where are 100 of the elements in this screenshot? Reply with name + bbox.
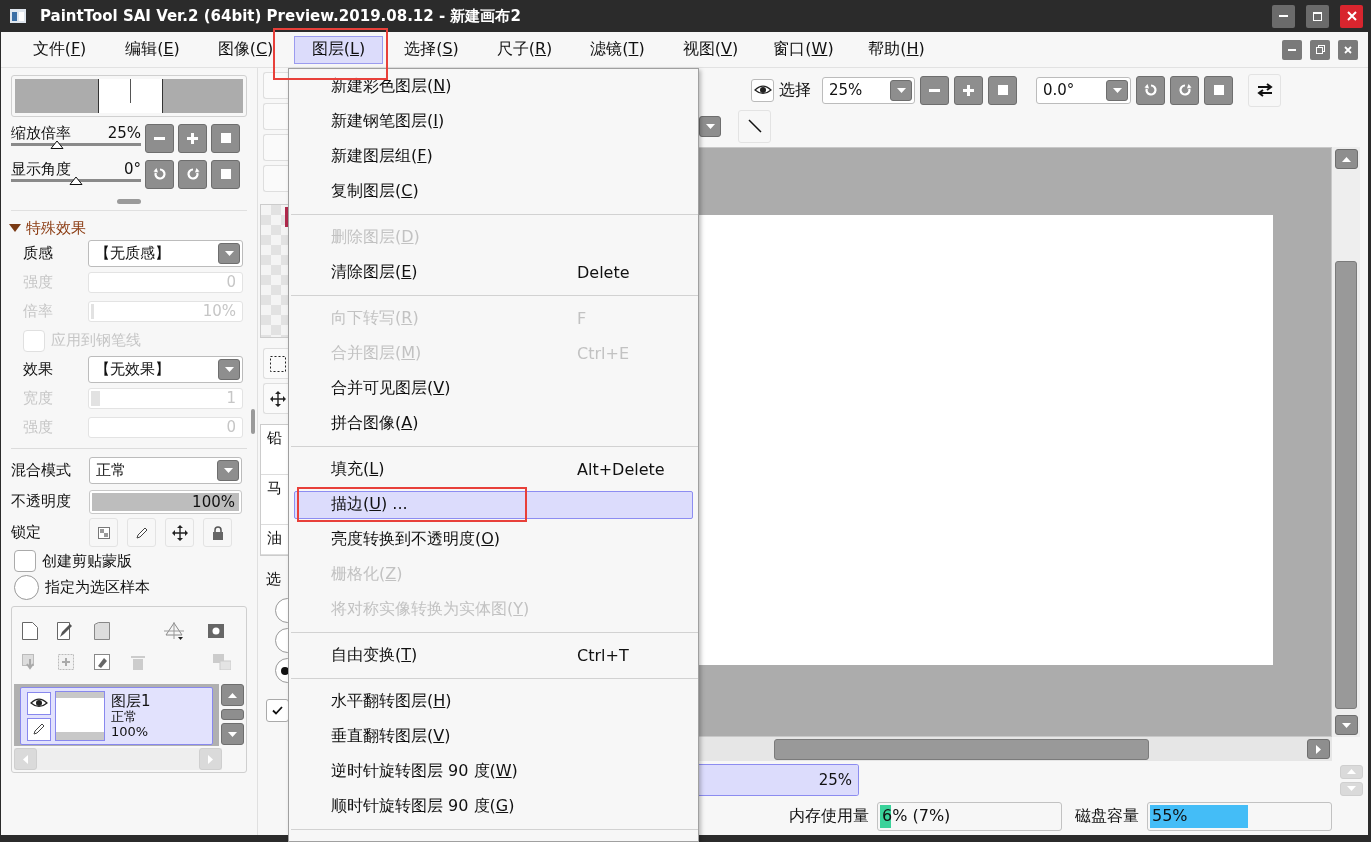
lock-transparency-button[interactable] bbox=[89, 518, 118, 547]
reset-zoom-button[interactable] bbox=[988, 75, 1017, 105]
disk-label: 磁盘容量 bbox=[1075, 805, 1139, 827]
rotate-left-button[interactable] bbox=[145, 159, 174, 189]
rotate-left-button[interactable] bbox=[1136, 75, 1165, 105]
lock-move-button[interactable] bbox=[165, 518, 194, 547]
layer-thumbnail bbox=[55, 691, 105, 741]
shortcut-label: Alt+Delete bbox=[577, 460, 666, 479]
menu-item[interactable]: 水平翻转图层(H) bbox=[294, 687, 693, 716]
checkbox[interactable] bbox=[14, 550, 36, 572]
zoom-in-button[interactable] bbox=[178, 123, 207, 153]
dropdown-field[interactable]: 【无质感】 bbox=[88, 240, 243, 267]
scroll-down-button[interactable] bbox=[1334, 715, 1358, 735]
restore-button[interactable] bbox=[1310, 39, 1330, 60]
menu-title[interactable]: 文件(F) bbox=[15, 35, 104, 64]
scroll-thumb[interactable] bbox=[221, 709, 244, 720]
slider-thumb[interactable] bbox=[49, 140, 64, 149]
scroll-thumb[interactable] bbox=[1335, 261, 1357, 709]
scroll-right-button[interactable] bbox=[1307, 739, 1330, 759]
menu-item[interactable]: 合并可见图层(V) bbox=[294, 374, 693, 403]
edit-toggle[interactable] bbox=[27, 717, 51, 741]
caret-icon bbox=[228, 692, 237, 698]
radio-button[interactable] bbox=[14, 574, 39, 600]
menu-title[interactable]: 图像(C) bbox=[201, 35, 290, 64]
dropdown-field[interactable]: 【无效果】 bbox=[88, 356, 243, 383]
resize-handle[interactable] bbox=[117, 199, 141, 204]
rotate-right-button[interactable] bbox=[1170, 75, 1199, 105]
layer-item[interactable]: 图层1 正常 100% bbox=[20, 687, 213, 745]
menu-item[interactable]: 新建钢笔图层(I) bbox=[294, 107, 693, 136]
menu-item[interactable]: 复制图层(C) bbox=[294, 177, 693, 206]
radio-label: 指定为选区样本 bbox=[45, 577, 150, 597]
maximize-button[interactable] bbox=[1306, 4, 1329, 28]
minimize-button[interactable] bbox=[1272, 4, 1295, 28]
menu-item[interactable]: 垂直翻转图层(V) bbox=[294, 722, 693, 751]
resize-handle[interactable] bbox=[251, 409, 255, 434]
angle-dropdown[interactable]: 0.0° bbox=[1036, 76, 1131, 104]
reset-rotation-button[interactable] bbox=[1204, 75, 1233, 105]
field-label: 混合模式 bbox=[11, 461, 72, 480]
caret-icon bbox=[896, 87, 906, 93]
menu-title[interactable]: 窗口(W) bbox=[759, 35, 848, 64]
square-icon bbox=[1213, 85, 1224, 95]
field-label: 效果 bbox=[23, 360, 54, 379]
close-button[interactable] bbox=[1340, 4, 1363, 28]
line-tool-button[interactable] bbox=[738, 109, 771, 143]
slider-track[interactable] bbox=[11, 179, 141, 182]
menu-title[interactable]: 视图(V) bbox=[666, 35, 755, 64]
caret-icon bbox=[228, 731, 237, 737]
scroll-up-button[interactable] bbox=[1334, 149, 1358, 169]
plus-frame-icon bbox=[58, 654, 74, 671]
checkbox[interactable] bbox=[266, 699, 289, 722]
dropdown-button[interactable] bbox=[218, 359, 240, 380]
section-header[interactable]: 特殊效果 bbox=[9, 217, 247, 239]
slider-label: 显示角度 bbox=[11, 160, 71, 179]
rotate-right-icon bbox=[1177, 83, 1192, 97]
rotate-right-button[interactable] bbox=[178, 159, 207, 189]
opacity-slider[interactable]: 100% bbox=[89, 489, 242, 514]
color-swatch[interactable] bbox=[260, 204, 289, 338]
slider-thumb[interactable] bbox=[69, 176, 83, 185]
menu-item[interactable]: 逆时针旋转图层 90 度(W) bbox=[294, 757, 693, 786]
menu-item[interactable]: 顺时针旋转图层 90 度(G) bbox=[294, 792, 693, 821]
dropdown-button[interactable] bbox=[217, 460, 239, 481]
dropdown-field[interactable]: 正常 bbox=[89, 457, 242, 484]
restore-icon bbox=[1315, 45, 1325, 54]
zoom-out-button[interactable] bbox=[920, 75, 949, 105]
menu-title[interactable]: 滤镜(T) bbox=[573, 35, 662, 64]
menu-item[interactable]: 描边(U) ... bbox=[294, 490, 693, 519]
eraser-icon bbox=[94, 654, 110, 671]
eye-icon bbox=[30, 698, 48, 708]
menu-title[interactable]: 选择(S) bbox=[387, 35, 476, 64]
lock-all-button[interactable] bbox=[203, 518, 232, 547]
zoom-dropdown[interactable]: 25% bbox=[822, 76, 915, 104]
reset-rotation-button[interactable] bbox=[211, 159, 240, 189]
triangle-icon bbox=[9, 224, 21, 232]
menu-item[interactable]: 清除图层(E) Delete bbox=[294, 258, 693, 287]
menu-item[interactable]: 自由变换(T) Ctrl+T bbox=[294, 641, 693, 670]
menu-item[interactable]: 新建图层组(F) bbox=[294, 142, 693, 171]
menu-title[interactable]: 尺子(R) bbox=[480, 35, 569, 64]
reset-zoom-button[interactable] bbox=[211, 123, 240, 153]
lock-paint-button[interactable] bbox=[127, 518, 156, 547]
visibility-toggle[interactable] bbox=[27, 691, 51, 715]
scroll-down-button[interactable] bbox=[221, 723, 244, 745]
menu-item[interactable]: 亮度转换到不透明度(O) bbox=[294, 525, 693, 554]
menu-title[interactable]: 图层(L) bbox=[294, 35, 383, 64]
menu-item[interactable]: 拼合图像(A) bbox=[294, 409, 693, 438]
menu-title[interactable]: 帮助(H) bbox=[852, 35, 941, 64]
scroll-up-button[interactable] bbox=[221, 684, 244, 706]
slider-track[interactable] bbox=[11, 143, 141, 146]
zoom-in-button[interactable] bbox=[954, 75, 983, 105]
dropdown-button[interactable] bbox=[1106, 79, 1128, 101]
flip-button[interactable] bbox=[1248, 73, 1281, 107]
move-tool-button[interactable] bbox=[263, 383, 291, 414]
dropdown-button[interactable] bbox=[890, 79, 912, 101]
navigator-bar[interactable]: 25% bbox=[697, 764, 859, 796]
scroll-thumb[interactable] bbox=[774, 738, 1149, 760]
dropdown-button[interactable] bbox=[218, 243, 240, 264]
menu-item[interactable]: 填充(L) Alt+Delete bbox=[294, 455, 693, 484]
dropdown-button[interactable] bbox=[699, 115, 721, 137]
menu-title[interactable]: 编辑(E) bbox=[108, 35, 197, 64]
preview-toggle[interactable] bbox=[751, 78, 774, 102]
zoom-out-button[interactable] bbox=[145, 123, 174, 153]
